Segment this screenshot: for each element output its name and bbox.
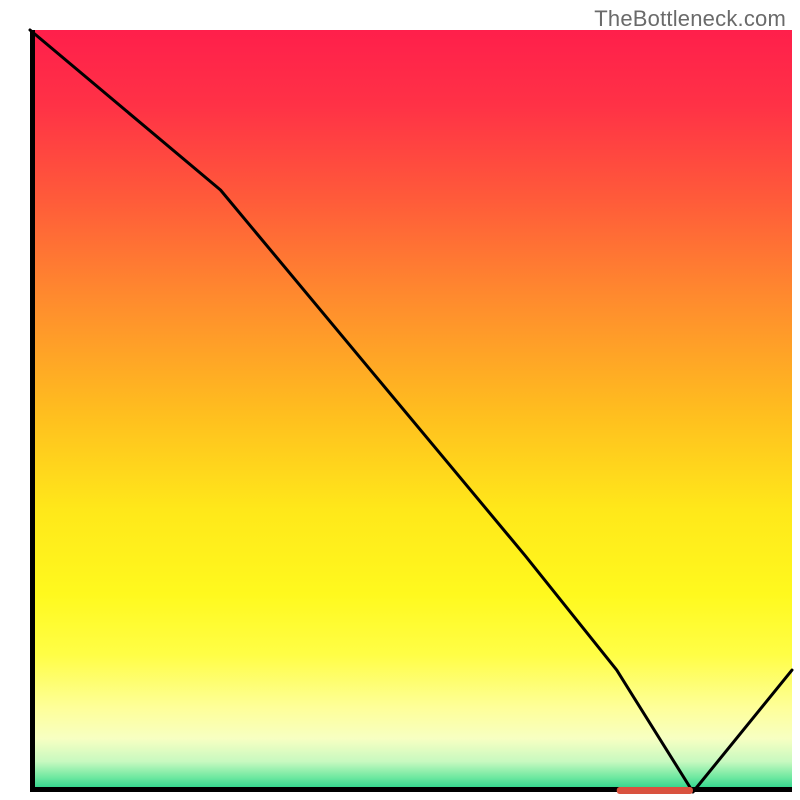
chart-container: TheBottleneck.com [0, 0, 800, 800]
watermark-text: TheBottleneck.com [594, 6, 786, 32]
bottleneck-line-chart [0, 0, 800, 800]
plot-background [30, 30, 792, 792]
bottleneck-marker [617, 787, 693, 794]
